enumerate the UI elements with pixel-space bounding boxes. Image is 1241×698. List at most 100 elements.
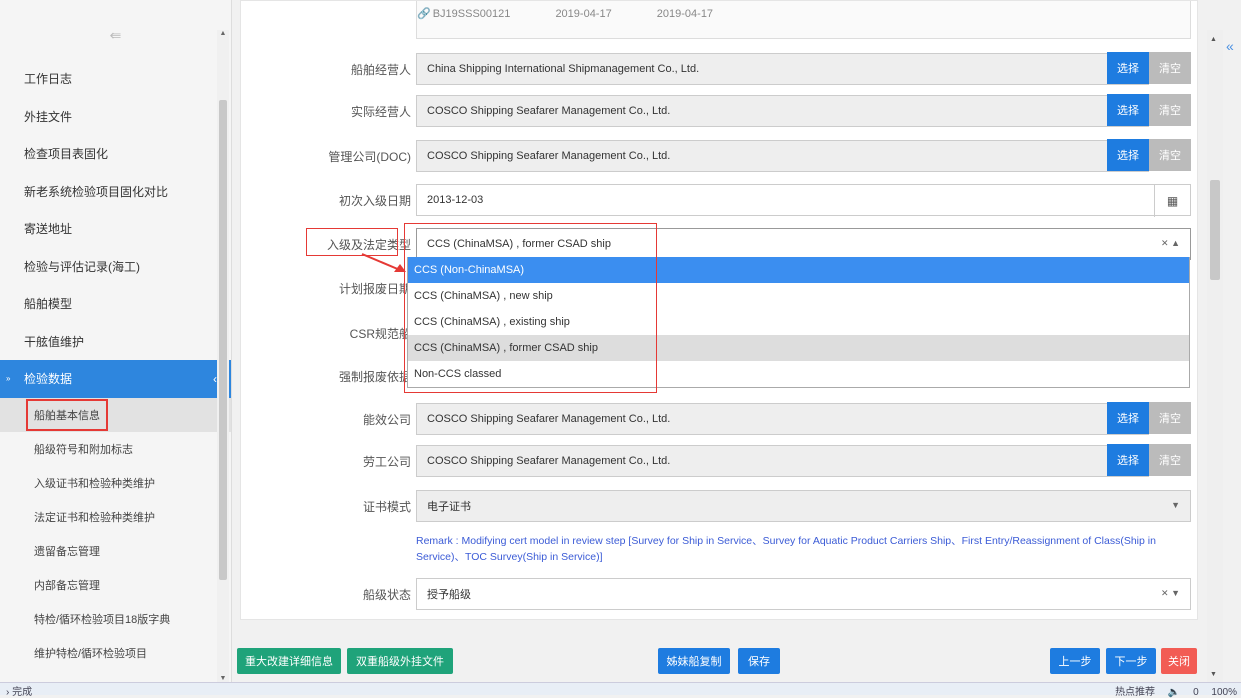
field-label: 船舶经营人: [350, 63, 411, 77]
sidebar-subitem[interactable]: 法定证书和检验种类维护: [0, 500, 231, 534]
row-operator: 船舶经营人 China Shipping International Shipm…: [241, 52, 1199, 85]
close-button[interactable]: 关闭: [1161, 648, 1197, 674]
sidebar-item[interactable]: 外挂文件: [0, 98, 231, 136]
select-button[interactable]: 选择: [1107, 402, 1149, 434]
field-label: 强制报废依据: [338, 370, 411, 384]
sidebar-group-inspection-data[interactable]: » 检验数据 ‹: [0, 360, 231, 398]
date-cell: 2019-04-17: [656, 8, 714, 20]
remark-text: Remark : Modifying cert model in review …: [416, 535, 1156, 563]
row-cert-mode: 证书模式 电子证书 ▼: [241, 490, 1199, 522]
row-doc: 管理公司(DOC) COSCO Shipping Seafarer Manage…: [241, 139, 1199, 172]
sidebar-subitem[interactable]: 遗留备忘管理: [0, 534, 231, 568]
sidebar-subitem-label: 特检/循环检验项目18版字典: [34, 613, 171, 626]
sidebar-subitem-label: 法定证书和检验种类维护: [34, 511, 155, 524]
sidebar-scrollbar[interactable]: ▲ ▼: [217, 30, 229, 682]
sidebar-subitem-label: 内部备忘管理: [34, 579, 100, 592]
first-class-date-input[interactable]: 2013-12-03 ▦: [416, 184, 1191, 217]
sidebar-subitem[interactable]: 船级符号和附加标志: [0, 432, 231, 466]
dual-class-file-button[interactable]: 双重船级外挂文件: [347, 648, 453, 674]
scroll-down-icon[interactable]: ▼: [1210, 671, 1217, 678]
select-button[interactable]: 选择: [1107, 52, 1149, 84]
record-id: BJ19SSS00121: [432, 8, 511, 20]
sidebar-item[interactable]: 工作日志: [0, 60, 231, 98]
field-label: 证书模式: [362, 500, 411, 514]
scrollbar-thumb[interactable]: [219, 100, 227, 580]
row-actual-operator: 实际经营人 COSCO Shipping Seafarer Management…: [241, 94, 1199, 127]
clear-button[interactable]: 清空: [1149, 94, 1191, 126]
next-step-button[interactable]: 下一步: [1106, 648, 1156, 674]
class-status-select[interactable]: 授予船级 ✕ ▼: [416, 578, 1191, 610]
sidebar-group-label: 检验数据: [24, 372, 73, 387]
select-button[interactable]: 选择: [1107, 94, 1149, 126]
sister-ship-copy-button[interactable]: 姊妹船复制: [658, 648, 730, 674]
sidebar-subitem-label: 入级证书和检验种类维护: [34, 477, 155, 490]
field-label: 管理公司(DOC): [328, 150, 411, 164]
date-cell: 2019-04-17: [555, 8, 612, 20]
clear-button[interactable]: 清空: [1149, 52, 1191, 84]
field-label: 实际经营人: [350, 105, 411, 119]
sidebar-subitem-label: 船舶基本信息: [26, 398, 108, 431]
scroll-up-icon[interactable]: ▲: [1210, 36, 1217, 43]
main-scrollbar[interactable]: ▲ ▼: [1207, 30, 1223, 682]
sidebar-subitem[interactable]: 内部备忘管理: [0, 568, 231, 602]
browser-statusbar: › 完成 热点推荐 🔈 0 100%: [0, 682, 1241, 698]
bottom-toolbar: 重大改建详细信息 双重船级外挂文件 姊妹船复制 保存 上一步 下一步 关闭: [232, 640, 1207, 682]
sidebar-subitem[interactable]: 特检/循环检验项目18版字典: [0, 602, 231, 636]
clear-button[interactable]: 清空: [1149, 139, 1191, 171]
sidebar-item[interactable]: 检查项目表固化: [0, 135, 231, 173]
expand-arrow-icon: »: [6, 374, 11, 384]
select-value: 电子证书: [427, 501, 471, 513]
chevron-down-icon: ▼: [1171, 500, 1180, 510]
speaker-icon[interactable]: 🔈: [1168, 687, 1180, 698]
double-chevron-left-icon[interactable]: «: [1226, 38, 1234, 54]
sidebar-subitem[interactable]: 维护特检/循环检验项目: [0, 636, 231, 670]
sidebar-collapse-icon[interactable]: ⇚: [0, 10, 231, 60]
sidebar-item-label: 船舶模型: [24, 297, 73, 312]
hot-recommend[interactable]: 热点推荐: [1115, 687, 1155, 698]
sidebar-item[interactable]: 寄送地址: [0, 210, 231, 248]
cert-mode-select[interactable]: 电子证书 ▼: [416, 490, 1191, 522]
field-label: 船级状态: [362, 588, 411, 602]
select-button[interactable]: 选择: [1107, 139, 1149, 171]
select-value: 授予船级: [427, 589, 471, 601]
clear-and-chevron-down-icon[interactable]: ✕ ▼: [1161, 588, 1180, 599]
sidebar-item-label: 检查项目表固化: [24, 147, 109, 162]
field-label: 劳工公司: [362, 455, 411, 469]
save-button[interactable]: 保存: [738, 648, 780, 674]
sidebar-item[interactable]: 检验与评估记录(海工): [0, 248, 231, 286]
energy-company-field: COSCO Shipping Seafarer Management Co., …: [416, 403, 1149, 435]
calendar-icon[interactable]: ▦: [1154, 185, 1190, 217]
sidebar-subitem-label: 船级符号和附加标志: [34, 443, 133, 456]
scroll-down-icon[interactable]: ▼: [218, 675, 228, 682]
scrollbar-thumb[interactable]: [1210, 180, 1220, 280]
sidebar-item-label: 工作日志: [24, 72, 73, 87]
field-label: CSR规范船: [349, 327, 411, 341]
previous-row-strip: 🔗 BJ19SSS00121 2019-04-17 2019-04-17: [416, 1, 1191, 39]
scroll-up-icon[interactable]: ▲: [218, 30, 228, 37]
status-text: › 完成: [6, 687, 33, 698]
major-modification-button[interactable]: 重大改建详细信息: [237, 648, 341, 674]
clear-button[interactable]: 清空: [1149, 444, 1191, 476]
sidebar-subitem-ship-basic-info[interactable]: 船舶基本信息: [0, 397, 231, 432]
select-button[interactable]: 选择: [1107, 444, 1149, 476]
field-label: 能效公司: [362, 413, 411, 427]
sidebar-subitem[interactable]: 入级证书和检验种类维护: [0, 466, 231, 500]
doc-company-field: COSCO Shipping Seafarer Management Co., …: [416, 140, 1149, 172]
row-labor-company: 劳工公司 COSCO Shipping Seafarer Management …: [241, 444, 1199, 477]
sidebar-item-label: 寄送地址: [24, 222, 73, 237]
sidebar-subitem-label: 维护特检/循环检验项目: [34, 647, 148, 660]
sidebar-subitem-label: 遗留备忘管理: [34, 545, 100, 558]
sidebar-item[interactable]: 新老系统检验项目固化对比: [0, 173, 231, 211]
labor-company-field: COSCO Shipping Seafarer Management Co., …: [416, 445, 1149, 477]
sidebar-item[interactable]: 干舷值维护: [0, 323, 231, 361]
zoom-level[interactable]: 100%: [1211, 687, 1237, 698]
previous-step-button[interactable]: 上一步: [1050, 648, 1100, 674]
sidebar-item[interactable]: 船舶模型: [0, 285, 231, 323]
sidebar-item-label: 外挂文件: [24, 109, 73, 124]
sidebar-item-label: 检验与评估记录(海工): [24, 259, 140, 274]
clear-and-chevron-up-icon[interactable]: ✕ ▲: [1161, 238, 1180, 249]
sidebar: ⇚ 工作日志 外挂文件 检查项目表固化 新老系统检验项目固化对比 寄送地址 检验…: [0, 0, 232, 682]
operator-field: China Shipping International Shipmanagem…: [416, 53, 1149, 85]
clear-button[interactable]: 清空: [1149, 402, 1191, 434]
link-icon: 🔗: [417, 8, 431, 20]
